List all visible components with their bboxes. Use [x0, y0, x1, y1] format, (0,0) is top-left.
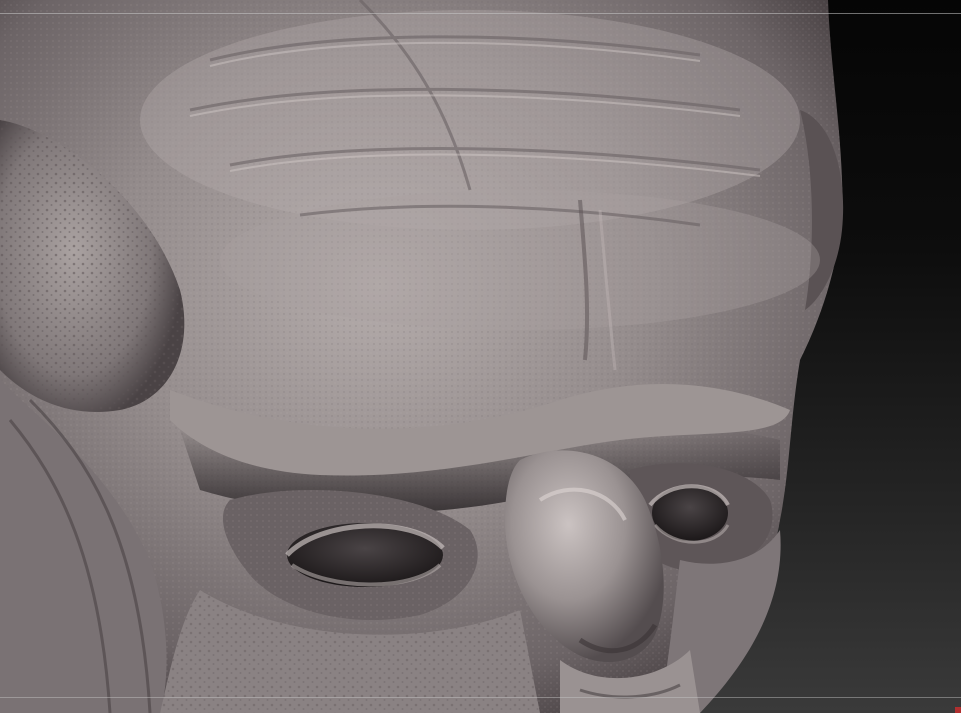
sculpt-viewport[interactable] [0, 0, 961, 713]
corner-marker [955, 707, 961, 713]
viewport-guide-bottom [0, 697, 961, 698]
sculpted-head-render[interactable] [0, 0, 961, 713]
viewport-guide-top [0, 13, 961, 14]
